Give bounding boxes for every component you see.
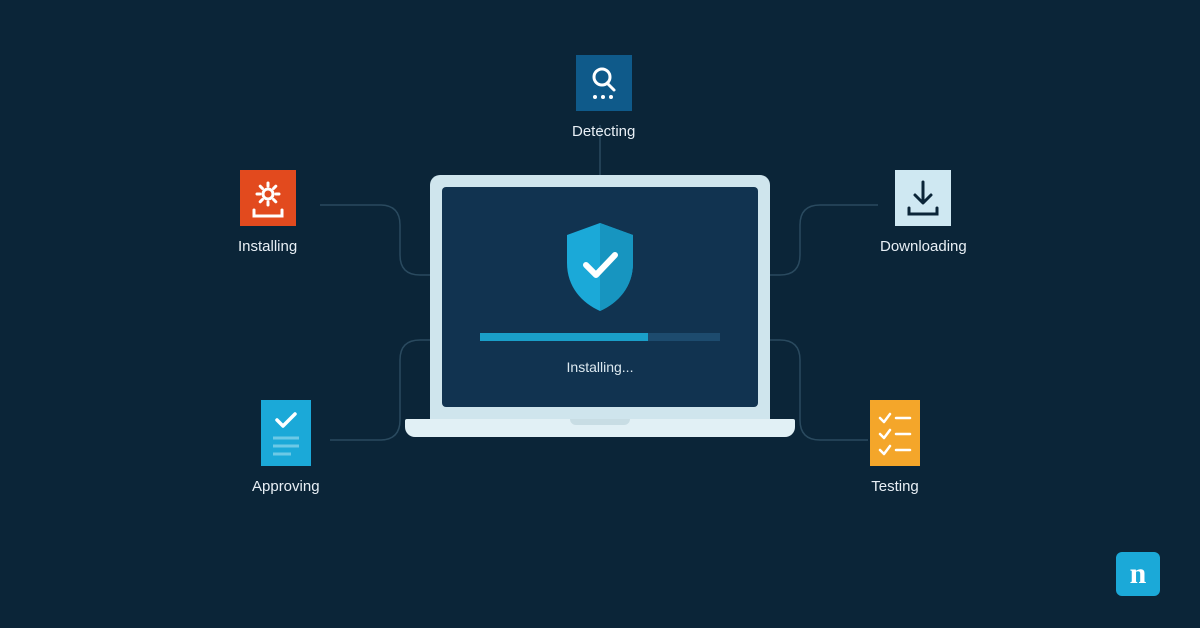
gear-install-icon: [240, 170, 296, 226]
laptop-base: [405, 419, 795, 437]
node-testing-label: Testing: [871, 478, 919, 495]
download-icon: [895, 170, 951, 226]
node-detecting: Detecting: [572, 55, 635, 140]
progress-fill: [480, 333, 648, 341]
shield-check-icon: [559, 219, 641, 315]
node-installing: Installing: [238, 170, 297, 255]
brand-logo-letter: n: [1130, 557, 1147, 591]
laptop-bezel: Installing...: [430, 175, 770, 419]
search-icon: [576, 55, 632, 111]
brand-logo: n: [1116, 552, 1160, 596]
node-testing: Testing: [870, 400, 920, 495]
node-downloading-label: Downloading: [880, 238, 967, 255]
node-approving-label: Approving: [252, 478, 320, 495]
progress-bar: [480, 333, 720, 341]
document-check-icon: [261, 400, 311, 466]
laptop-screen: Installing...: [442, 187, 758, 407]
node-detecting-label: Detecting: [572, 123, 635, 140]
checklist-icon: [870, 400, 920, 466]
node-approving: Approving: [252, 400, 320, 495]
progress-status-text: Installing...: [567, 359, 634, 375]
laptop-illustration: Installing...: [430, 175, 770, 437]
node-installing-label: Installing: [238, 238, 297, 255]
node-downloading: Downloading: [880, 170, 967, 255]
